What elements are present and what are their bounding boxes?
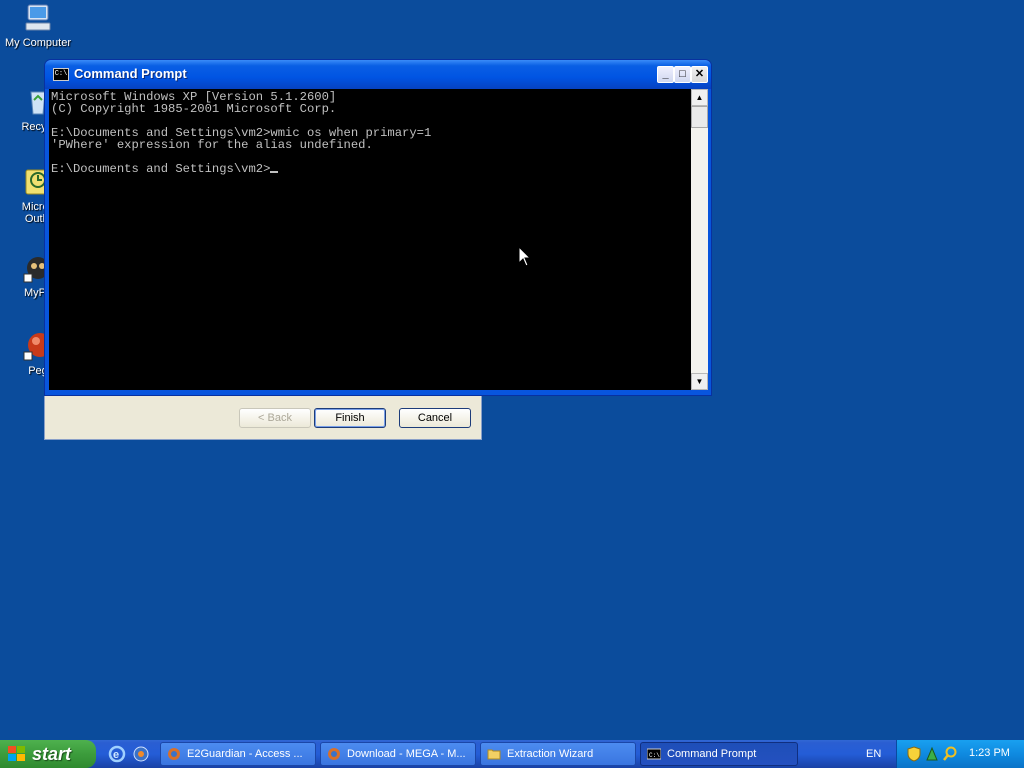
- firefox-icon[interactable]: [132, 745, 150, 763]
- vertical-scrollbar[interactable]: ▲ ▼: [691, 89, 708, 390]
- search-icon[interactable]: [943, 746, 957, 762]
- start-label: start: [32, 744, 72, 764]
- my-computer-icon: [22, 2, 54, 34]
- desktop-icon-label: My Computer: [4, 37, 72, 49]
- start-button[interactable]: start: [0, 740, 96, 768]
- taskbar-button-command-prompt[interactable]: C:\ Command Prompt: [640, 742, 798, 766]
- cancel-button[interactable]: Cancel: [399, 408, 471, 428]
- security-shield-icon[interactable]: [907, 746, 921, 762]
- text-cursor: [270, 171, 279, 173]
- command-prompt-window: C:\ Command Prompt _ □ ✕ Microsoft Windo…: [44, 59, 712, 396]
- folder-icon: [487, 749, 501, 760]
- taskbar: start e E2Guardian - Access ... Download…: [0, 740, 1024, 768]
- cmd-icon: C:\: [53, 68, 69, 81]
- maximize-button[interactable]: □: [674, 66, 691, 83]
- svg-text:C:\: C:\: [649, 752, 660, 759]
- firefox-icon: [168, 748, 180, 760]
- scroll-thumb[interactable]: [691, 106, 708, 128]
- language-indicator[interactable]: EN: [866, 740, 888, 768]
- task-label: E2Guardian - Access ...: [187, 748, 303, 760]
- console-output[interactable]: Microsoft Windows XP [Version 5.1.2600] …: [49, 89, 691, 390]
- cmd-icon: C:\: [647, 748, 661, 760]
- task-label: Extraction Wizard: [507, 748, 594, 760]
- close-button[interactable]: ✕: [691, 66, 708, 83]
- extraction-wizard-dialog: < Back Finish Cancel: [44, 390, 482, 440]
- title-bar[interactable]: C:\ Command Prompt _ □ ✕: [45, 60, 711, 89]
- clock[interactable]: 1:23 PM: [969, 747, 1010, 759]
- task-label: Command Prompt: [667, 748, 757, 760]
- windows-flag-icon: [8, 746, 25, 761]
- internet-explorer-icon[interactable]: e: [108, 745, 126, 763]
- taskbar-button-e2guardian[interactable]: E2Guardian - Access ...: [160, 742, 316, 766]
- scroll-down-button[interactable]: ▼: [691, 373, 708, 390]
- svg-text:e: e: [113, 749, 119, 761]
- finish-button[interactable]: Finish: [314, 408, 386, 428]
- taskbar-button-extraction-wizard[interactable]: Extraction Wizard: [480, 742, 636, 766]
- desktop: My Computer Recycl Micros Outlo MyPa Peg…: [0, 0, 1024, 740]
- back-button: < Back: [239, 408, 311, 428]
- minimize-button[interactable]: _: [657, 66, 674, 83]
- system-tray: 1:23 PM: [896, 740, 1024, 768]
- mouse-pointer-icon: [518, 246, 532, 267]
- console-text: Microsoft Windows XP [Version 5.1.2600] …: [51, 90, 432, 176]
- desktop-icon-my-computer[interactable]: My Computer: [0, 2, 78, 49]
- network-icon[interactable]: [925, 746, 939, 762]
- scroll-up-button[interactable]: ▲: [691, 89, 708, 106]
- firefox-icon: [328, 748, 340, 760]
- window-title: Command Prompt: [74, 66, 187, 81]
- task-label: Download - MEGA - M...: [347, 748, 466, 760]
- taskbar-button-mega[interactable]: Download - MEGA - M...: [320, 742, 476, 766]
